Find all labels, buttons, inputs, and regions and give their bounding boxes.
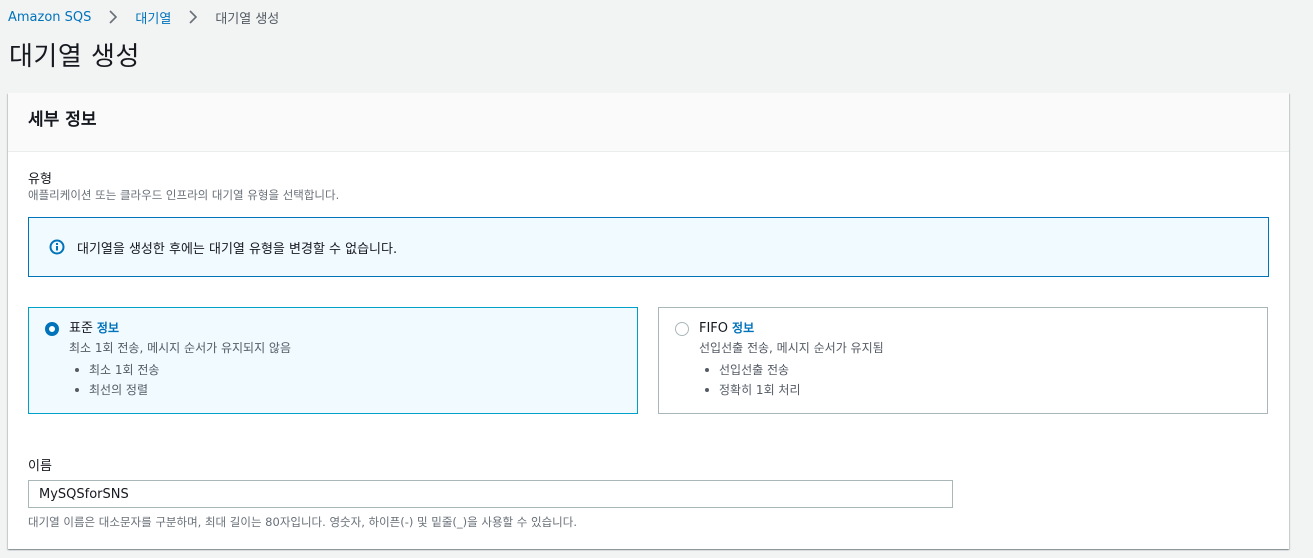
fifo-radio[interactable] [675,322,689,336]
standard-feature-list: 최소 1회 전송 최선의 정렬 [69,360,637,400]
panel-header: 세부 정보 [8,93,1289,152]
name-constraint: 대기열 이름은 대소문자를 구분하며, 최대 길이는 80자입니다. 영숫자, … [28,515,577,529]
fifo-label: FIFO [699,321,729,336]
breadcrumb-item-amazon-sqs[interactable]: Amazon SQS [8,10,91,25]
fifo-feature-list: 선입선출 전송 정확히 1회 처리 [699,360,1267,400]
list-item: 최선의 정렬 [69,380,637,400]
breadcrumb-item-current: 대기열 생성 [215,11,280,27]
fifo-info-link[interactable]: 정보 [732,321,754,335]
standard-description: 최소 1회 전송, 메시지 순서가 유지되지 않음 [69,341,292,355]
alert-text: 대기열을 생성한 후에는 대기열 유형을 변경할 수 없습니다. [77,241,398,257]
chevron-right-icon [182,8,204,26]
fifo-description: 선입선출 전송, 메시지 순서가 유지됨 [699,341,884,355]
list-item: 최소 1회 전송 [69,360,637,380]
details-panel: 세부 정보 유형 애플리케이션 또는 클라우드 인프라의 대기열 유형을 선택합… [8,93,1289,549]
list-item: 정확히 1회 처리 [699,380,1267,400]
type-description: 애플리케이션 또는 클라우드 인프라의 대기열 유형을 선택합니다. [28,188,340,202]
standard-label: 표준 [69,321,93,336]
chevron-right-icon [102,8,124,26]
panel-title: 세부 정보 [28,110,97,130]
info-circle-icon [49,239,65,255]
queue-type-standard-tile[interactable]: 표준 정보 최소 1회 전송, 메시지 순서가 유지되지 않음 최소 1회 전송 … [28,307,638,414]
name-label: 이름 [28,459,52,474]
type-label: 유형 [28,172,52,187]
queue-name-input[interactable] [28,480,953,508]
breadcrumb-item-queues[interactable]: 대기열 [135,8,171,27]
standard-info-link[interactable]: 정보 [97,321,119,335]
page-title: 대기열 생성 [9,42,140,72]
list-item: 선입선출 전송 [699,360,1267,380]
info-alert: 대기열을 생성한 후에는 대기열 유형을 변경할 수 없습니다. [28,217,1269,277]
standard-radio[interactable] [45,322,59,336]
breadcrumb: Amazon SQS 대기열 대기열 생성 [8,8,280,27]
queue-type-fifo-tile[interactable]: FIFO 정보 선입선출 전송, 메시지 순서가 유지됨 선입선출 전송 정확히 … [658,307,1268,414]
